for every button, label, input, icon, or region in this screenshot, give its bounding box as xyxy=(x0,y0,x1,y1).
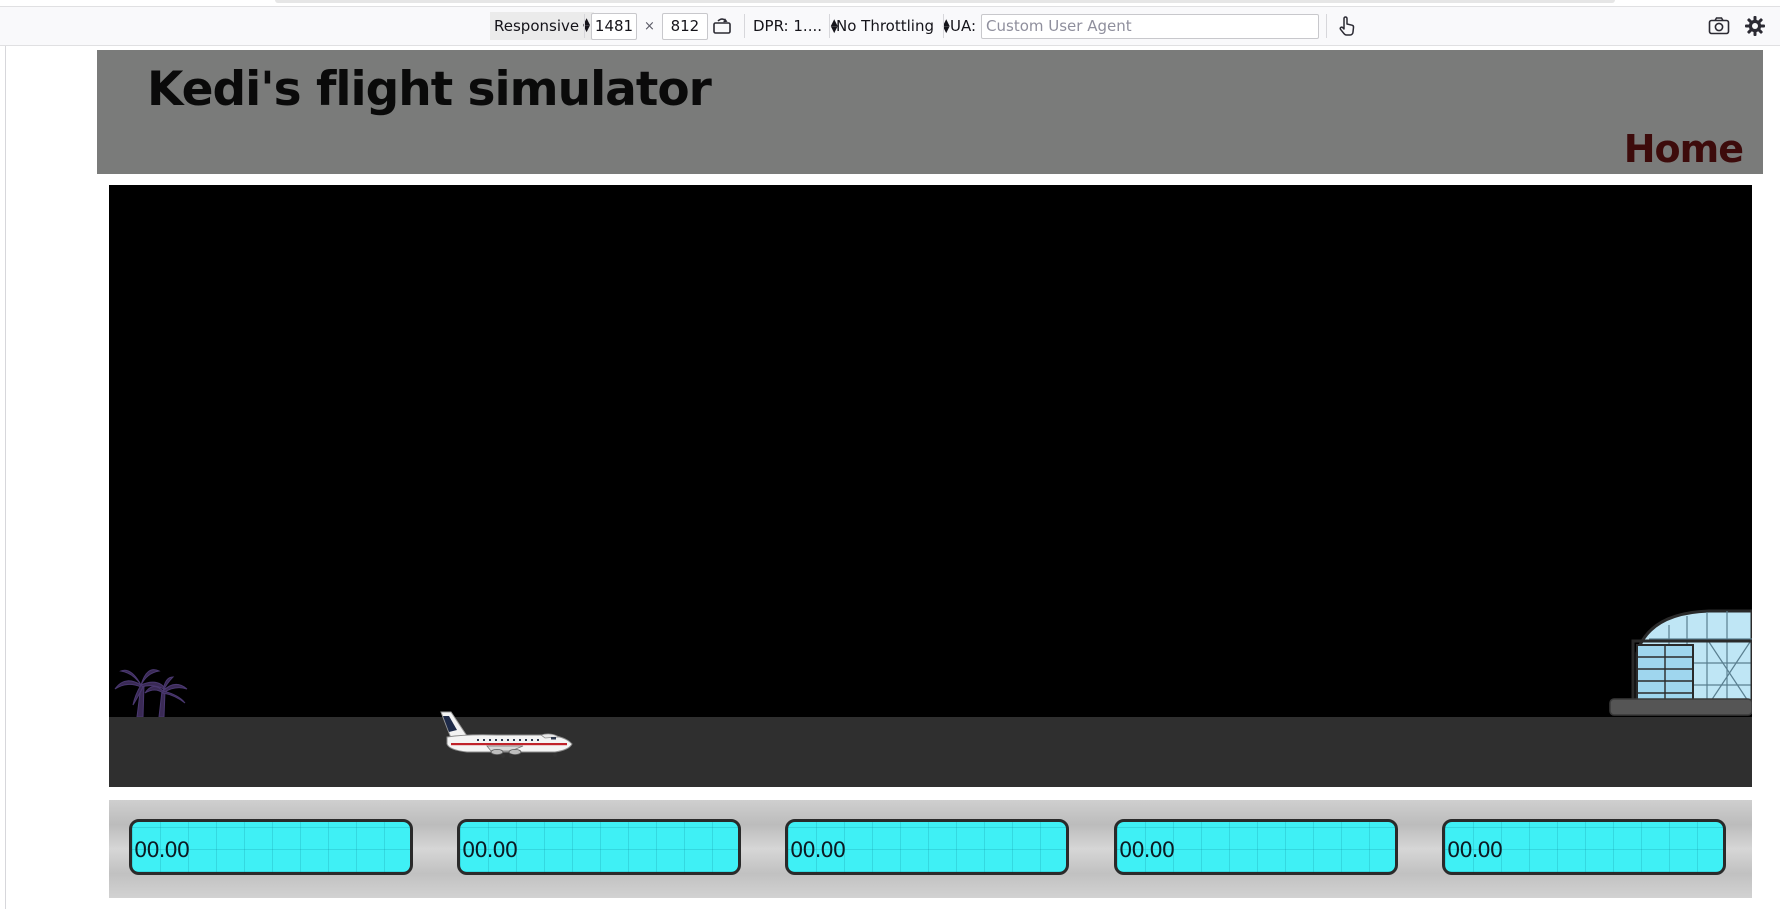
dpr-select[interactable]: DPR: 1.... ▲ ▼ xyxy=(749,7,842,45)
instrument-gauge: 00.00 xyxy=(129,819,413,875)
instrument-panel: 00.00 00.00 00.00 00.00 00.00 xyxy=(109,800,1752,898)
runway-ground xyxy=(109,717,1752,787)
devtools-responsive-toolbar: Responsive ▲ ▼ 1481 × 812 DPR: 1.... ▲ ▼ N… xyxy=(0,6,1780,46)
site-header: Kedi's flight simulator Home xyxy=(97,50,1763,174)
instrument-gauge: 00.00 xyxy=(1442,819,1726,875)
home-link[interactable]: Home xyxy=(1624,127,1744,171)
rotate-icon[interactable] xyxy=(712,7,732,45)
game-canvas[interactable] xyxy=(109,185,1752,787)
toolbar-divider xyxy=(584,14,585,38)
site-title: Kedi's flight simulator xyxy=(147,62,712,117)
screenshot-icon[interactable] xyxy=(1708,7,1730,45)
toolbar-divider xyxy=(744,14,745,38)
throttling-select-label: No Throttling xyxy=(836,17,934,35)
device-select-label: Responsive xyxy=(494,17,580,35)
touch-simulation-icon[interactable] xyxy=(1337,7,1357,45)
instrument-gauge: 00.00 xyxy=(1114,819,1398,875)
viewport-height-input[interactable]: 812 xyxy=(661,12,708,40)
terminal-building xyxy=(1609,609,1752,716)
instrument-value: 00.00 xyxy=(1119,838,1175,862)
palm-trees xyxy=(114,669,188,717)
instrument-value: 00.00 xyxy=(134,838,190,862)
user-agent-group: UA: Custom User Agent xyxy=(950,7,1320,45)
throttling-select[interactable]: No Throttling ▲ ▼ xyxy=(832,7,954,45)
instrument-value: 00.00 xyxy=(462,838,518,862)
size-times-sign: × xyxy=(644,18,655,34)
instrument-gauge: 00.00 xyxy=(457,819,741,875)
viewport-width-input[interactable]: 1481 xyxy=(591,12,637,40)
settings-icon[interactable] xyxy=(1744,7,1766,45)
size-inputs: 1481 × 812 xyxy=(591,7,708,45)
instrument-value: 00.00 xyxy=(790,838,846,862)
device-select[interactable]: Responsive ▲ ▼ xyxy=(490,7,595,45)
instrument-gauge: 00.00 xyxy=(785,819,1069,875)
instrument-value: 00.00 xyxy=(1447,838,1503,862)
dpr-select-label: DPR: 1.... xyxy=(753,17,822,35)
user-agent-input[interactable]: Custom User Agent xyxy=(981,13,1320,39)
toolbar-divider xyxy=(943,14,944,38)
user-agent-label: UA: xyxy=(950,17,977,35)
devtools-top-edge xyxy=(275,0,1615,3)
toolbar-divider xyxy=(1326,14,1327,38)
toolbar-divider xyxy=(829,14,830,38)
airplane xyxy=(440,711,573,758)
